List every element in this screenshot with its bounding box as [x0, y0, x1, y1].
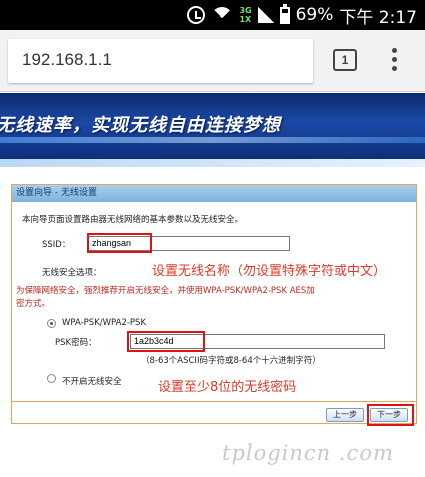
prev-button[interactable]: 上一步 — [326, 408, 364, 422]
intro-text: 本向导页面设置路由器无线网络的基本参数以及无线安全。 — [22, 215, 244, 225]
ssid-highlight-box — [87, 233, 152, 253]
banner-slogan: 无线速率，实现无线自由连接梦想 — [0, 115, 281, 136]
psk-hint: （8-63个ASCII码字符或8-64个十六进制字符） — [141, 356, 321, 366]
overflow-menu-icon[interactable] — [389, 48, 399, 74]
panel-footer-divider — [12, 401, 416, 402]
no-security-label: 不开启无线安全 — [62, 377, 122, 387]
banner-strip — [0, 159, 425, 167]
status-icons: 3G 1X 69% 下午 2:17 — [187, 3, 417, 28]
address-bar[interactable]: 192.168.1.1 — [8, 39, 313, 83]
watermark: tplogincn .com — [222, 441, 394, 465]
ssid-annotation: 设置无线名称（勿设置特殊字符或中文） — [152, 264, 387, 279]
psk-annotation: 设置至少8位的无线密码 — [158, 380, 297, 395]
network-type-icon: 3G 1X — [239, 6, 252, 24]
security-label: 无线安全选项： — [42, 268, 102, 278]
url-text: 192.168.1.1 — [22, 50, 112, 69]
tab-switcher-button[interactable]: 1 — [333, 49, 357, 71]
alarm-icon — [187, 6, 206, 24]
wpa-radio[interactable] — [47, 319, 56, 328]
browser-toolbar: 192.168.1.1 1 — [0, 30, 425, 92]
psk-highlight-box — [127, 331, 205, 352]
security-note-line1: 为保障网络安全，强烈推荐开启无线安全，并使用WPA-PSK/WPA2-PSK A… — [16, 286, 315, 296]
signal-icon — [257, 7, 274, 23]
ssid-label: SSID： — [42, 240, 71, 250]
wifi-icon — [211, 7, 234, 23]
wireless-setup-panel: 设置向导 - 无线设置 本向导页面设置路由器无线网络的基本参数以及无线安全。 S… — [11, 184, 417, 426]
no-security-radio[interactable] — [47, 374, 56, 383]
psk-label: PSK密码： — [55, 338, 97, 348]
status-bar: 3G 1X 69% 下午 2:17 — [0, 0, 425, 30]
wpa-option-label: WPA-PSK/WPA2-PSK — [62, 318, 147, 328]
battery-icon — [279, 3, 290, 24]
security-note-line2: 密方式。 — [16, 299, 51, 309]
clock: 下午 2:17 — [339, 7, 417, 28]
next-highlight-box — [367, 404, 414, 426]
battery-percent: 69% — [295, 5, 334, 25]
router-banner: 无线速率，实现无线自由连接梦想 — [0, 93, 425, 159]
panel-title: 设置向导 - 无线设置 — [12, 185, 416, 202]
